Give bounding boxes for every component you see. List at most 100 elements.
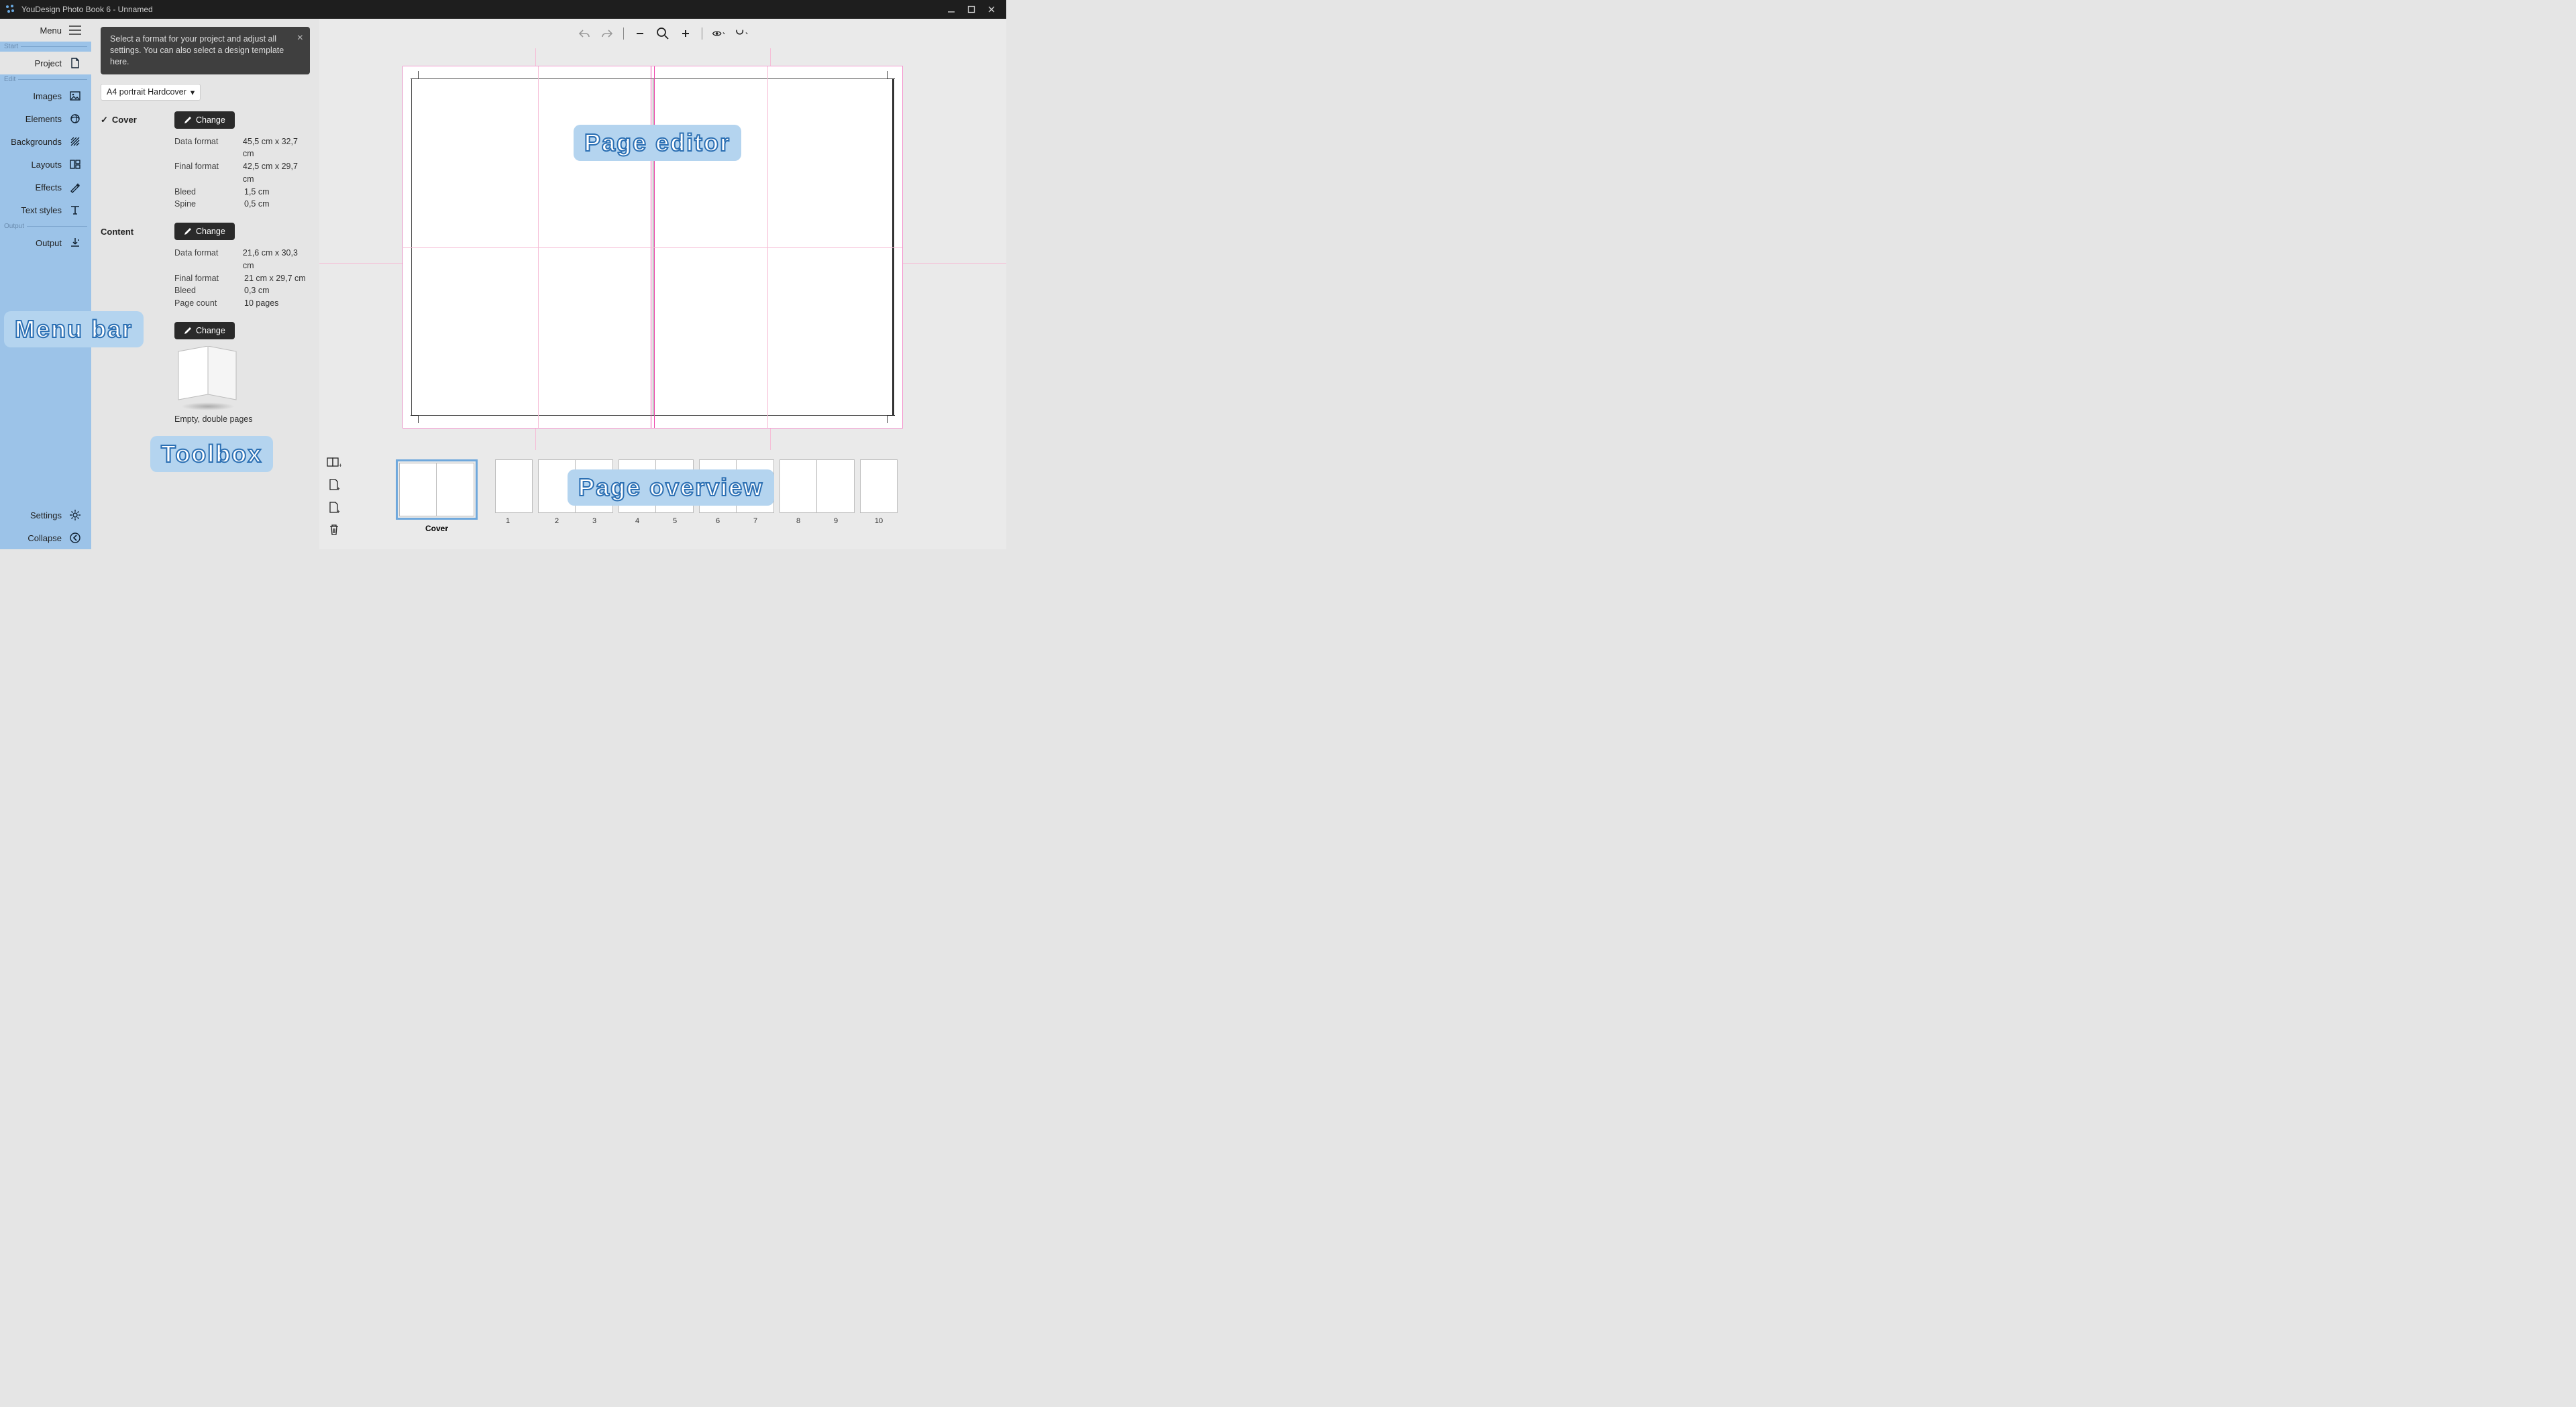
callout-page-overview: Page overview: [568, 469, 774, 506]
sidebar-item-label: Output: [36, 238, 62, 248]
snap-dropdown[interactable]: [735, 27, 748, 40]
sidebar-item-label: Project: [35, 58, 62, 68]
overview-page[interactable]: 10: [860, 459, 898, 525]
document-icon: [68, 56, 82, 70]
overview-label: 7: [753, 517, 757, 525]
sidebar-item-textstyles[interactable]: Text styles: [0, 199, 91, 221]
overview-label: 5: [673, 517, 677, 525]
change-cover-button[interactable]: Change: [174, 111, 235, 129]
section-output: Output: [0, 221, 91, 231]
app-logo-icon: [4, 3, 16, 15]
maximize-button[interactable]: [967, 5, 975, 13]
zoom-in-button[interactable]: [679, 27, 692, 40]
change-template-button[interactable]: Change: [174, 322, 235, 339]
overview-page[interactable]: 1: [483, 459, 533, 525]
duplicate-page-button[interactable]: +: [328, 501, 340, 514]
kv-value: 0,5 cm: [244, 198, 270, 211]
add-spread-button[interactable]: +: [327, 457, 341, 469]
kv-key: Bleed: [174, 284, 244, 297]
change-content-button[interactable]: Change: [174, 223, 235, 240]
sidebar-item-layouts[interactable]: Layouts: [0, 153, 91, 176]
svg-text:+: +: [339, 462, 341, 469]
layouts-icon: [68, 158, 82, 171]
content-section-header: Content: [101, 227, 174, 237]
zoom-out-button[interactable]: [633, 27, 647, 40]
sidebar-item-settings[interactable]: Settings: [0, 504, 91, 526]
sidebar-item-output[interactable]: Output: [0, 231, 91, 254]
overview-label: Cover: [425, 524, 448, 533]
kv-value: 21,6 cm x 30,3 cm: [243, 247, 310, 272]
guide-vertical: [767, 66, 768, 428]
sidebar-item-label: Effects: [35, 182, 62, 192]
menu-label: Menu: [40, 25, 62, 36]
callout-page-editor: Page editor: [574, 125, 741, 161]
sidebar-item-label: Collapse: [28, 533, 62, 543]
overview-cover[interactable]: Cover: [396, 459, 478, 533]
template-thumb[interactable]: [174, 346, 240, 406]
cover-section-header: ✓ Cover: [101, 115, 174, 125]
sidebar-item-label: Layouts: [31, 160, 62, 170]
kv-value: 21 cm x 29,7 cm: [244, 272, 306, 285]
kv-value: 42,5 cm x 29,7 cm: [243, 160, 310, 186]
overview-label: 8: [796, 517, 800, 525]
sidebar-item-label: Elements: [25, 114, 62, 124]
image-icon: [68, 89, 82, 103]
overview-label: 1: [506, 517, 510, 525]
visibility-dropdown[interactable]: [712, 27, 725, 40]
kv-value: 1,5 cm: [244, 186, 270, 199]
kv-key: Page count: [174, 297, 244, 310]
page-editor[interactable]: [319, 48, 1006, 450]
close-button[interactable]: [987, 5, 996, 13]
overview-label: 6: [716, 517, 720, 525]
undo-button[interactable]: [578, 27, 591, 40]
kv-key: Final format: [174, 160, 243, 186]
hamburger-icon: [68, 23, 82, 37]
kv-value: 10 pages: [244, 297, 278, 310]
sidebar-item-label: Settings: [30, 510, 62, 520]
sidebar-item-label: Backgrounds: [11, 137, 62, 147]
minimize-button[interactable]: [947, 5, 955, 13]
pencil-icon: [184, 116, 192, 124]
elements-icon: [68, 112, 82, 125]
overview-label: 2: [555, 517, 559, 525]
sidebar-item-elements[interactable]: Elements: [0, 107, 91, 130]
sidebar-item-collapse[interactable]: Collapse: [0, 526, 91, 549]
chevron-down-icon: ▾: [191, 87, 195, 97]
sidebar-item-backgrounds[interactable]: Backgrounds: [0, 130, 91, 153]
close-icon[interactable]: ×: [297, 31, 303, 46]
info-banner: Select a format for your project and adj…: [101, 27, 310, 74]
effects-icon: [68, 180, 82, 194]
canvas-toolbar: [319, 19, 1006, 48]
title-bar: YouDesign Photo Book 6 - Unnamed: [0, 0, 1006, 19]
kv-key: Final format: [174, 272, 244, 285]
zoom-fit-button[interactable]: [656, 27, 669, 40]
kv-key: Spine: [174, 198, 244, 211]
overview-label: 9: [834, 517, 838, 525]
sidebar-item-images[interactable]: Images: [0, 85, 91, 107]
kv-key: Data format: [174, 247, 243, 272]
redo-button[interactable]: [600, 27, 614, 40]
overview-page[interactable]: 89: [780, 459, 855, 525]
check-icon: ✓: [101, 115, 108, 125]
format-dropdown[interactable]: A4 portrait Hardcover ▾: [101, 84, 201, 101]
add-page-button[interactable]: +: [328, 478, 340, 492]
gear-icon: [68, 508, 82, 522]
sidebar-item-label: Images: [33, 91, 62, 101]
kv-value: 45,5 cm x 32,7 cm: [243, 135, 310, 161]
format-dropdown-value: A4 portrait Hardcover: [107, 87, 186, 97]
menu-button[interactable]: Menu: [0, 19, 91, 42]
delete-page-button[interactable]: [329, 524, 339, 536]
callout-toolbox: Toolbox: [150, 436, 273, 472]
section-start: Start: [0, 42, 91, 52]
info-banner-text: Select a format for your project and adj…: [110, 34, 284, 66]
guide-horizontal: [403, 247, 902, 248]
svg-text:+: +: [337, 486, 340, 492]
sidebar-item-label: Text styles: [21, 205, 62, 215]
section-edit: Edit: [0, 74, 91, 85]
sidebar-item-effects[interactable]: Effects: [0, 176, 91, 199]
sidebar-item-project[interactable]: Project: [0, 52, 91, 74]
pencil-icon: [184, 227, 192, 235]
window-title: YouDesign Photo Book 6 - Unnamed: [21, 5, 947, 14]
spread-canvas[interactable]: [402, 66, 903, 429]
backgrounds-icon: [68, 135, 82, 148]
